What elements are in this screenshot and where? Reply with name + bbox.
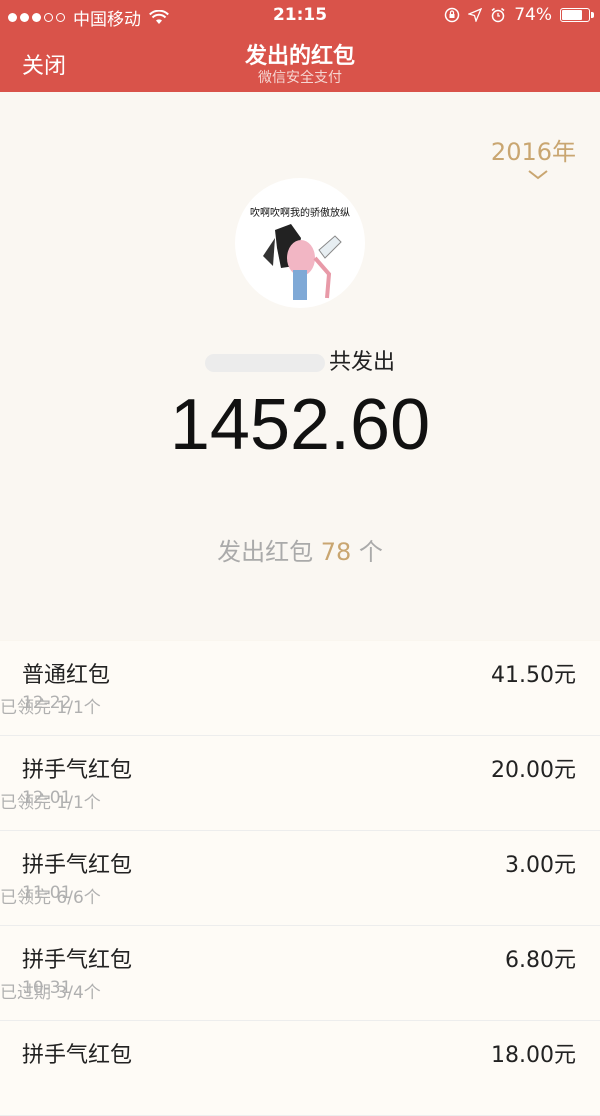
chevron-down-icon[interactable] <box>528 170 548 180</box>
envelope-amount: 3.00元 <box>505 853 576 878</box>
battery-percent: 74% <box>514 5 552 25</box>
list-item[interactable]: 普通红包 12-22 41.50元 已领完 1/1个 <box>0 641 600 736</box>
envelope-amount: 6.80元 <box>505 948 576 973</box>
envelope-type: 拼手气红包 <box>22 853 133 878</box>
envelope-type: 拼手气红包 <box>22 1043 133 1068</box>
count-suffix: 个 <box>358 538 383 566</box>
avatar-illustration <box>263 224 342 300</box>
avatar-caption: 吹啊吹啊我的骄傲放纵 <box>250 208 350 219</box>
list-item[interactable]: 拼手气红包 12-01 20.00元 已领完 1/1个 <box>0 736 600 831</box>
envelope-status: 已领完 1/1个 <box>0 698 101 718</box>
list-item[interactable]: 拼手气红包 10-31 6.80元 已过期 3/4个 <box>0 926 600 1021</box>
envelope-count: 发出红包 78 个 <box>0 532 600 567</box>
rotation-lock-icon <box>444 7 460 23</box>
envelope-type: 拼手气红包 <box>22 948 133 973</box>
status-bar: 中国移动 21:15 74% <box>0 0 600 30</box>
list-item[interactable]: 拼手气红包 18.00元 <box>0 1021 600 1116</box>
envelope-status: 已领完 6/6个 <box>0 888 101 908</box>
envelope-status: 已过期 3/4个 <box>0 983 101 1003</box>
envelope-list: 普通红包 12-22 41.50元 已领完 1/1个 拼手气红包 12-01 2… <box>0 641 600 1116</box>
location-icon <box>468 8 483 22</box>
envelope-amount: 20.00元 <box>491 758 576 783</box>
alarm-icon <box>491 7 505 23</box>
envelope-amount: 18.00元 <box>491 1043 576 1068</box>
envelope-type: 普通红包 <box>22 663 111 688</box>
total-amount: 1452.60 <box>169 385 431 465</box>
envelope-type: 拼手气红包 <box>22 758 133 783</box>
battery-icon <box>560 8 594 22</box>
envelope-status <box>0 1073 600 1103</box>
summary-panel: 2016年 吹啊吹啊我的骄傲放纵 共发出 1452.60 发出红包 78 个 <box>0 92 600 640</box>
page-title: 发出的红包 <box>244 44 355 69</box>
count-prefix: 发出红包 <box>217 538 314 566</box>
year-selector[interactable]: 2016年 <box>491 132 576 167</box>
envelope-amount: 41.50元 <box>491 663 576 688</box>
redacted-name <box>204 354 325 372</box>
count-value: 78 <box>320 538 352 566</box>
list-item[interactable]: 拼手气红包 11-01 3.00元 已领完 6/6个 <box>0 831 600 926</box>
sent-summary-label: 共发出 <box>0 344 600 376</box>
page-subtitle: 微信安全支付 <box>258 70 342 86</box>
header: 中国移动 21:15 74% 关闭 发出的红包 微信安全支付 <box>0 0 600 92</box>
sent-summary-text: 共发出 <box>328 350 395 375</box>
avatar: 吹啊吹啊我的骄傲放纵 <box>235 178 365 308</box>
envelope-status: 已领完 1/1个 <box>0 793 101 813</box>
